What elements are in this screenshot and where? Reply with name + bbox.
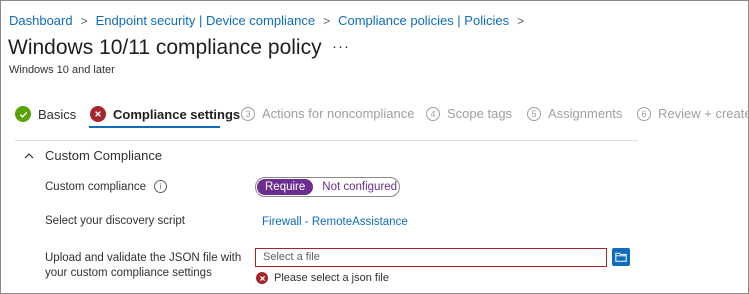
error-message: Please select a json file [274, 272, 389, 284]
step-number: 4 [426, 106, 440, 121]
breadcrumb-separator: > [517, 14, 525, 28]
step-label: Scope tags [447, 106, 513, 121]
chevron-up-icon [24, 152, 34, 158]
page-title: Windows 10/11 compliance policy [8, 36, 322, 59]
info-icon[interactable]: i [153, 180, 167, 193]
breadcrumb-device-compliance[interactable]: Endpoint security | Device compliance [96, 13, 315, 28]
json-upload-label: Upload and validate the JSON file with y… [45, 251, 241, 281]
step-actions-noncompliance[interactable]: 3 Actions for noncompliance [241, 106, 414, 121]
file-select-input[interactable]: Select a file [255, 248, 607, 267]
error-icon [256, 272, 268, 284]
breadcrumb-dashboard[interactable]: Dashboard [9, 13, 73, 28]
page-subtitle: Windows 10 and later [9, 64, 115, 76]
section-header-custom-compliance[interactable]: Custom Compliance [22, 148, 162, 163]
breadcrumb-separator: > [80, 14, 88, 28]
browse-folder-button[interactable] [612, 248, 630, 266]
more-actions-button[interactable]: ··· [332, 38, 350, 55]
step-scope-tags[interactable]: 4 Scope tags [426, 106, 512, 121]
check-icon [15, 106, 31, 122]
json-upload-label-line1: Upload and validate the JSON file with [45, 252, 242, 264]
step-number: 5 [527, 106, 541, 121]
custom-compliance-toggle[interactable]: Require Not configured [255, 177, 400, 197]
step-number: 3 [241, 106, 255, 121]
step-label: Review + create [658, 106, 749, 121]
step-label: Compliance settings [113, 106, 241, 122]
step-basics[interactable]: Basics [15, 106, 76, 122]
active-step-underline [89, 126, 220, 128]
breadcrumb: Dashboard > Endpoint security | Device com… [9, 13, 532, 28]
step-label: Basics [38, 106, 77, 122]
step-assignments[interactable]: 5 Assignments [527, 106, 622, 121]
step-label: Assignments [548, 106, 623, 121]
discovery-script-label: Select your discovery script [45, 215, 185, 227]
toggle-option-not-configured[interactable]: Not configured [313, 181, 397, 193]
discovery-script-link[interactable]: Firewall - RemoteAssistance [262, 216, 408, 228]
step-compliance-settings[interactable]: Compliance settings [90, 106, 240, 122]
breadcrumb-compliance-policies[interactable]: Compliance policies | Policies [338, 13, 509, 28]
validation-error: Please select a json file [256, 272, 389, 284]
toggle-option-require[interactable]: Require [257, 179, 314, 195]
step-number: 6 [637, 106, 651, 121]
divider [15, 140, 638, 141]
step-label: Actions for noncompliance [262, 106, 415, 121]
folder-icon [615, 252, 627, 262]
custom-compliance-label-row: Custom compliance i [45, 180, 167, 195]
json-upload-label-line2: your custom compliance settings [45, 267, 212, 279]
section-title: Custom Compliance [45, 148, 163, 163]
breadcrumb-separator: > [323, 14, 331, 28]
step-review-create[interactable]: 6 Review + create [637, 106, 749, 121]
custom-compliance-label: Custom compliance [45, 181, 146, 193]
error-icon [90, 106, 106, 122]
